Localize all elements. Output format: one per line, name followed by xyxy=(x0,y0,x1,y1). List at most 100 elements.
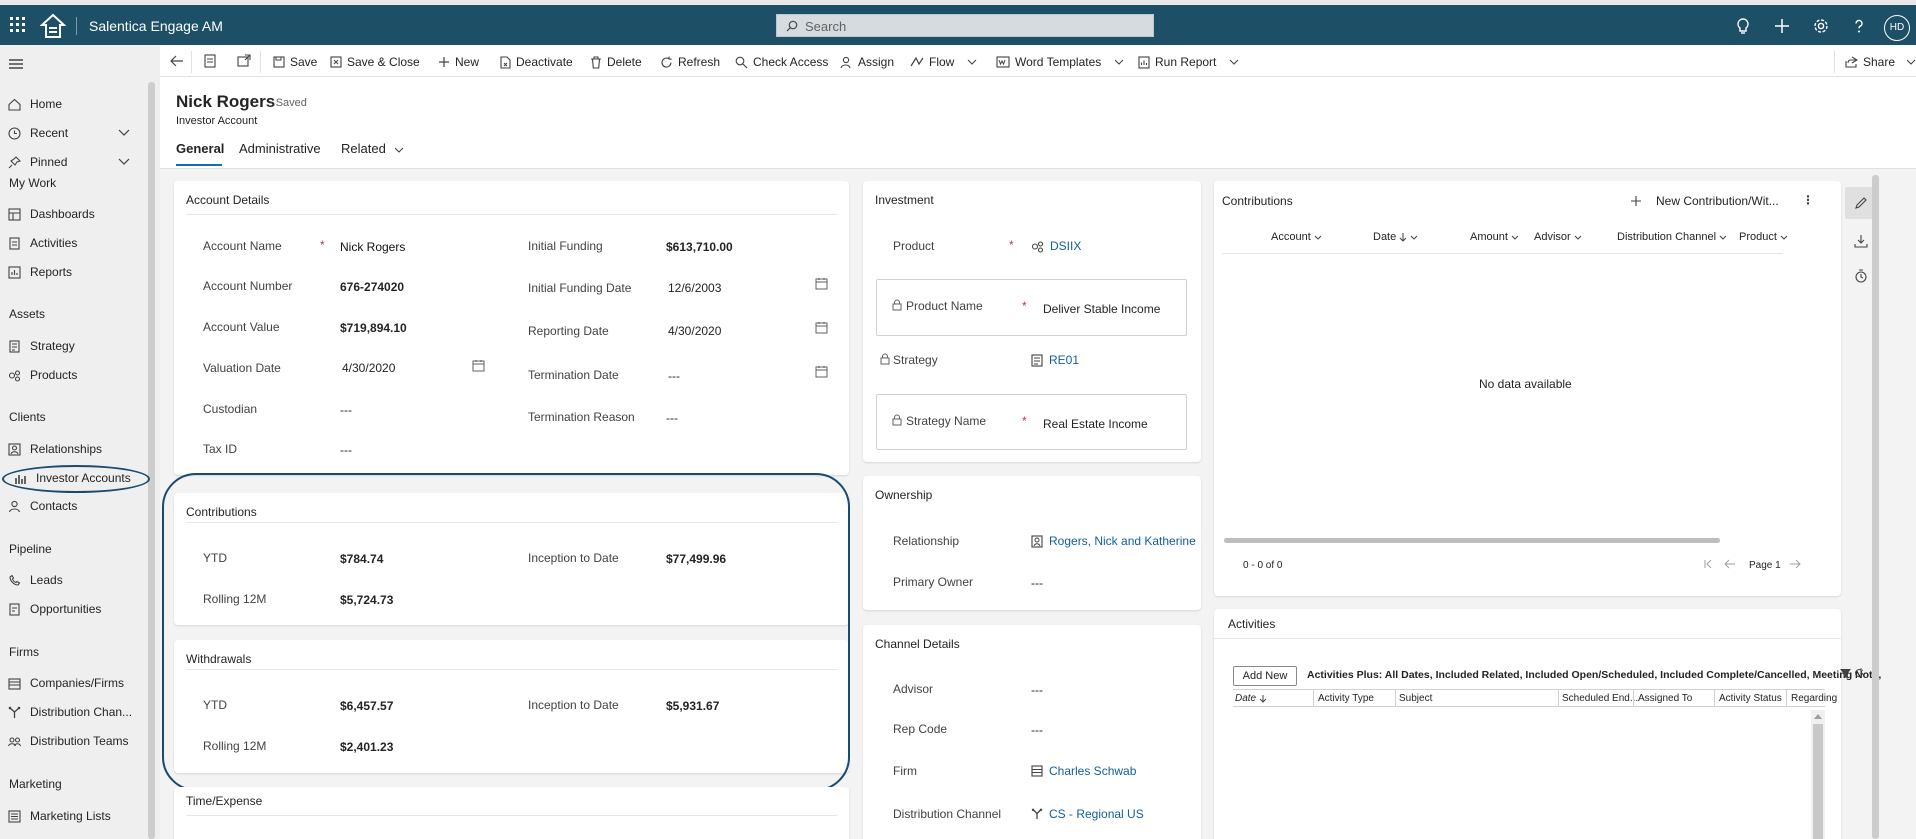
edit-pencil-icon[interactable] xyxy=(1854,196,1868,210)
column-header-subject[interactable]: Subject xyxy=(1399,693,1432,704)
global-search-box[interactable]: Search xyxy=(776,14,1154,37)
save-button[interactable]: Save xyxy=(273,53,317,71)
add-new-activity-button[interactable]: Add New xyxy=(1233,666,1297,686)
check-access-button[interactable]: Check Access xyxy=(735,53,828,71)
calendar-icon[interactable] xyxy=(472,359,485,372)
nav-home[interactable]: Home xyxy=(8,93,62,115)
column-header-distribution-channel[interactable]: Distribution Channel xyxy=(1617,231,1727,243)
column-header-regarding[interactable]: Regarding xyxy=(1791,693,1837,704)
main-content-scrollbar[interactable] xyxy=(1872,175,1879,839)
open-new-window-icon[interactable] xyxy=(237,54,251,67)
tab-related[interactable]: Related xyxy=(341,141,404,156)
filter-icon[interactable] xyxy=(1840,668,1851,679)
advisor-value[interactable]: --- xyxy=(1031,683,1043,697)
tax-id-value[interactable]: --- xyxy=(340,443,352,457)
nav-products[interactable]: Products xyxy=(8,364,77,386)
initial-funding-value[interactable]: $613,710.00 xyxy=(666,240,733,254)
distribution-channel-lookup-link[interactable]: CS - Regional US xyxy=(1031,807,1144,821)
delete-button[interactable]: Delete xyxy=(590,53,642,71)
column-header-assigned-to[interactable]: Assigned To xyxy=(1638,693,1692,704)
column-header-date[interactable]: Date xyxy=(1373,231,1418,243)
activity-view-name[interactable]: Activities Plus: All Dates, Included Rel… xyxy=(1307,669,1881,681)
scroll-up-arrow-icon[interactable] xyxy=(1814,714,1822,719)
chevron-down-icon[interactable] xyxy=(118,129,130,137)
new-contribution-button[interactable]: New Contribution/Wit... xyxy=(1630,194,1779,208)
deactivate-button[interactable]: Deactivate xyxy=(499,53,573,71)
user-avatar[interactable]: HD xyxy=(1884,15,1910,41)
nav-reports[interactable]: Reports xyxy=(8,261,72,283)
next-page-icon[interactable] xyxy=(1789,559,1801,569)
refresh-icon[interactable] xyxy=(1854,668,1864,678)
initial-funding-date-value[interactable]: 12/6/2003 xyxy=(668,281,721,295)
scroll-thumb[interactable] xyxy=(1813,724,1823,839)
previous-page-icon[interactable] xyxy=(1724,559,1736,569)
product-lookup-link[interactable]: DSIIX xyxy=(1031,239,1081,253)
nav-strategy[interactable]: Strategy xyxy=(8,335,75,357)
reporting-date-value[interactable]: 4/30/2020 xyxy=(668,324,721,338)
column-header-product[interactable]: Product xyxy=(1739,231,1788,243)
relationship-lookup-link[interactable]: Rogers, Nick and Katherine xyxy=(1031,534,1196,548)
assign-button[interactable]: Assign xyxy=(840,53,894,71)
account-number-value[interactable]: 676-274020 xyxy=(340,280,404,294)
nav-companies-firms[interactable]: Companies/Firms xyxy=(8,672,124,694)
back-arrow-icon[interactable] xyxy=(170,55,184,67)
more-commands-icon[interactable]: ⋮ xyxy=(1802,193,1814,207)
account-value-value[interactable]: $719,894.10 xyxy=(340,321,407,335)
hamburger-menu-icon[interactable] xyxy=(9,58,23,70)
strategy-lookup-link[interactable]: RE01 xyxy=(1031,353,1079,367)
calendar-icon[interactable] xyxy=(815,365,828,378)
first-page-icon[interactable] xyxy=(1703,559,1713,569)
activity-grid-scrollbar-track[interactable] xyxy=(1811,710,1825,839)
nav-dashboards[interactable]: Dashboards xyxy=(8,203,95,225)
word-templates-button[interactable]: Word Templates xyxy=(996,53,1124,71)
strategy-name-field[interactable]: Strategy Name * Real Estate Income xyxy=(876,394,1187,450)
valuation-date-value[interactable]: 4/30/2020 xyxy=(342,361,395,375)
column-header-amount[interactable]: Amount xyxy=(1470,231,1519,243)
nav-pinned[interactable]: Pinned xyxy=(8,151,67,173)
calendar-icon[interactable] xyxy=(815,321,828,334)
nav-opportunities[interactable]: Opportunities xyxy=(8,598,101,620)
product-name-field[interactable]: Product Name * Deliver Stable Income xyxy=(876,279,1187,336)
account-name-value[interactable]: Nick Rogers xyxy=(340,240,405,254)
calendar-icon[interactable] xyxy=(815,277,828,290)
share-button[interactable]: Share xyxy=(1845,53,1916,71)
column-header-activity-status[interactable]: Activity Status xyxy=(1719,693,1782,704)
tab-administrative[interactable]: Administrative xyxy=(239,141,321,156)
nav-leads[interactable]: Leads xyxy=(8,569,63,591)
flow-button[interactable]: Flow xyxy=(910,53,977,71)
nav-distribution-teams[interactable]: Distribution Teams xyxy=(8,730,128,752)
plus-icon[interactable] xyxy=(1772,16,1792,36)
app-title[interactable]: Salentica Engage AM xyxy=(89,18,223,34)
column-header-account[interactable]: Account xyxy=(1271,231,1322,243)
column-header-scheduled-end[interactable]: Scheduled End... xyxy=(1562,693,1638,704)
nav-activities[interactable]: Activities xyxy=(8,232,77,254)
timer-icon[interactable] xyxy=(1854,269,1868,283)
export-icon[interactable] xyxy=(1854,234,1868,248)
custodian-value[interactable]: --- xyxy=(340,403,352,417)
refresh-button[interactable]: Refresh xyxy=(660,53,720,71)
column-header-date[interactable]: Date xyxy=(1235,693,1267,704)
column-header-activity-type[interactable]: Activity Type xyxy=(1318,693,1374,704)
settings-gear-icon[interactable] xyxy=(1811,16,1831,36)
column-header-advisor[interactable]: Advisor xyxy=(1534,231,1582,243)
tab-general[interactable]: General xyxy=(176,141,224,156)
chevron-down-icon[interactable] xyxy=(118,158,130,166)
termination-date-value[interactable]: --- xyxy=(668,369,680,383)
run-report-button[interactable]: Run Report xyxy=(1138,53,1239,71)
horizontal-scrollbar[interactable] xyxy=(1224,538,1720,543)
salentica-logo-icon[interactable] xyxy=(40,13,66,39)
form-view-icon[interactable] xyxy=(204,54,216,68)
nav-recent[interactable]: Recent xyxy=(8,122,68,144)
new-button[interactable]: New xyxy=(438,53,479,71)
firm-lookup-link[interactable]: Charles Schwab xyxy=(1031,764,1136,778)
termination-reason-value[interactable]: --- xyxy=(666,411,678,425)
sitemap-scrollbar[interactable] xyxy=(148,82,155,839)
nav-distribution-channels[interactable]: Distribution Chan... xyxy=(8,701,132,723)
nav-relationships[interactable]: Relationships xyxy=(8,438,102,460)
nav-marketing-lists[interactable]: Marketing Lists xyxy=(8,805,111,827)
save-and-close-button[interactable]: Save & Close xyxy=(330,53,420,71)
help-question-icon[interactable] xyxy=(1849,16,1869,36)
nav-contacts[interactable]: Contacts xyxy=(8,495,77,517)
rep-code-value[interactable]: --- xyxy=(1031,723,1043,737)
primary-owner-value[interactable]: --- xyxy=(1031,576,1043,590)
